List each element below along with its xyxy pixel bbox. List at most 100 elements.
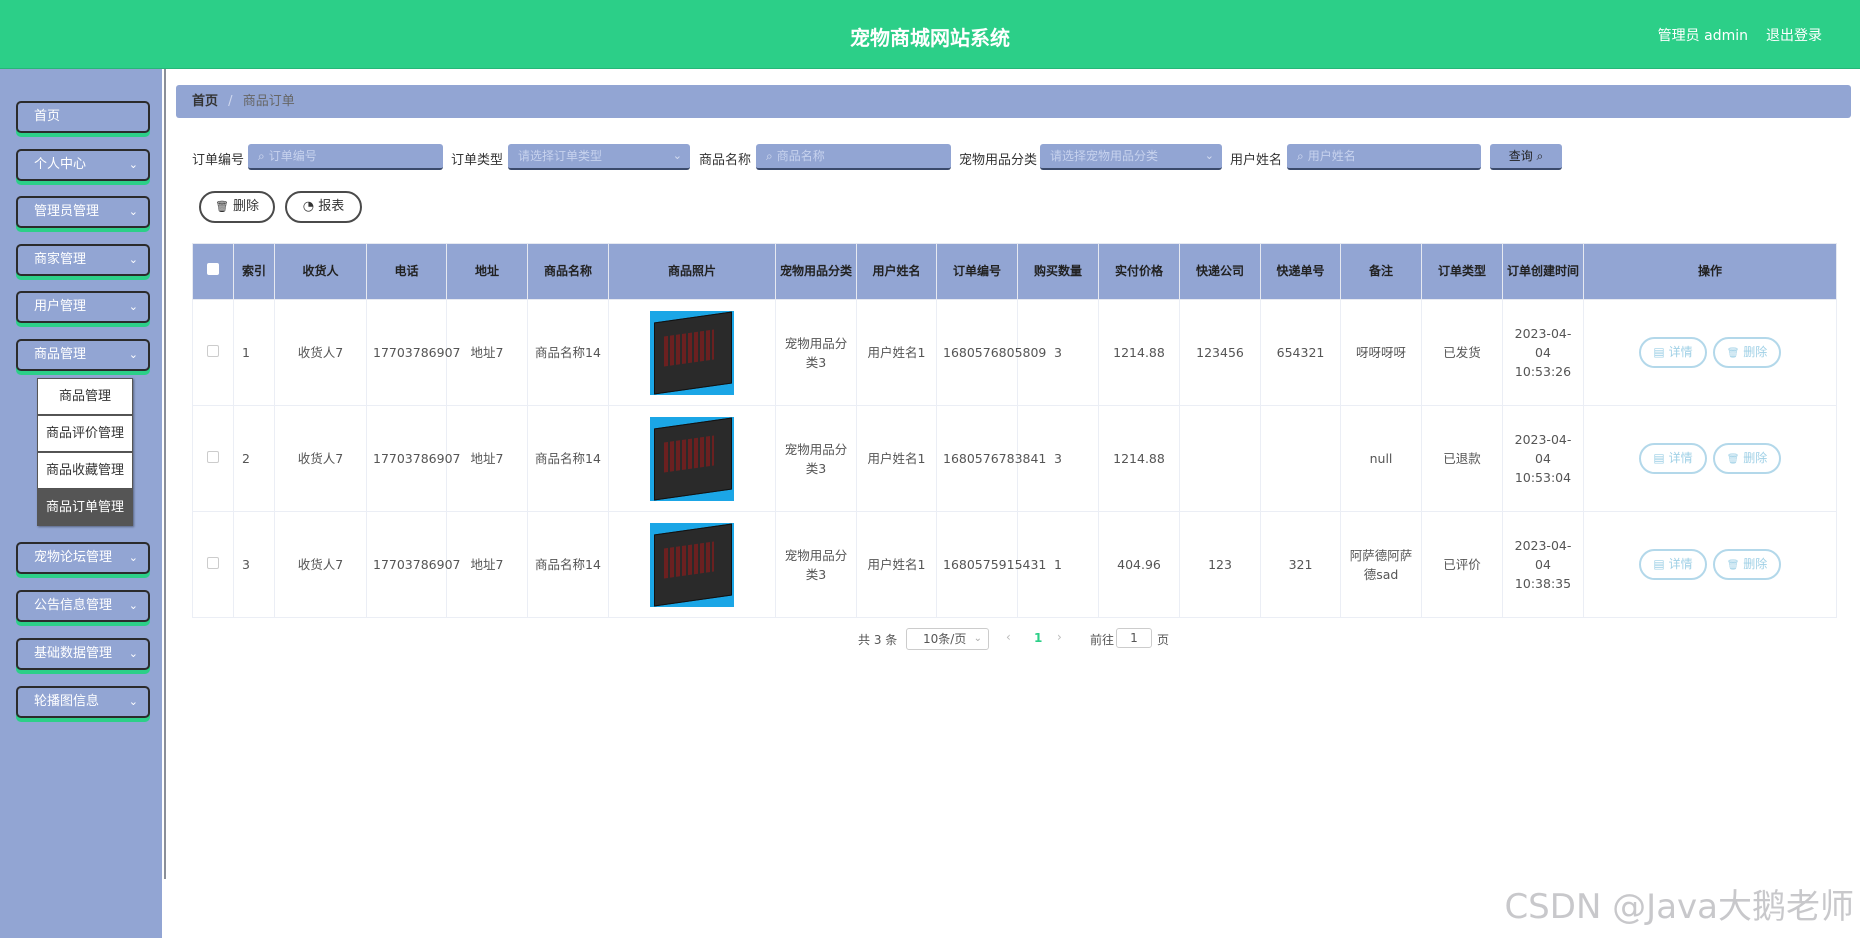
submenu-item-product-favorite[interactable]: 商品收藏管理 [37,452,133,489]
sidebar-item-product-management[interactable]: 商品管理 ⌄ [16,339,150,371]
chevron-down-icon: ⌄ [128,158,138,171]
delete-label: 删除 [1743,451,1768,465]
prev-page-icon[interactable]: ‹ [1006,630,1011,644]
cell-remark: null [1340,405,1422,512]
sidebar-item-label: 用户管理 [34,299,87,314]
breadcrumb-home[interactable]: 首页 [192,94,218,109]
report-label: 报表 [318,199,345,214]
cell-order-no: 1680576805809 [936,299,1046,406]
table-row: 3 收货人7 17703786907 地址7 商品名称14 宠物用品分类3 用户姓名1 168… [192,511,1837,618]
column-header: 商品照片 [608,243,776,300]
cell-category: 宠物用品分类3 [775,405,857,512]
query-button[interactable]: 查询 ⌕ [1490,144,1562,170]
total-count: 共 3 条 [858,633,898,647]
cell-category: 宠物用品分类3 [775,511,857,618]
row-checkbox[interactable] [192,511,234,618]
cell-phone: 17703786907 [366,299,460,406]
sidebar-item-user-management[interactable]: 用户管理 ⌄ [16,291,150,323]
detail-button[interactable]: ▤ 详情 [1639,443,1707,474]
sidebar-item-label: 管理员管理 [34,204,100,219]
document-icon: ▤ [1653,345,1665,359]
order-no-placeholder: 订单编号 [268,149,317,163]
page-number[interactable]: 1 [1034,631,1042,645]
cell-order-no: 1680575915431 [936,511,1046,618]
submenu-item-product[interactable]: 商品管理 [37,378,133,415]
submenu-item-product-order[interactable]: 商品订单管理 [37,489,133,526]
cell-type: 已发货 [1421,299,1503,406]
chevron-down-icon: ⌄ [128,695,138,708]
product-name-label: 商品名称 [699,153,752,168]
logout-link[interactable]: 退出登录 [1766,25,1822,45]
username-input[interactable]: ⌕ 用户姓名 [1287,144,1481,170]
username-label: 用户姓名 [1230,153,1283,168]
search-icon: ⌕ [766,149,773,163]
table-row: 1 收货人7 17703786907 地址7 商品名称14 宠物用品分类3 用户姓名1 168… [192,299,1837,406]
cell-created: 2023-04-04 10:53:26 [1502,299,1584,406]
breadcrumb: 首页 / 商品订单 [176,85,1851,118]
category-select[interactable]: 请选择宠物用品分类 ⌄ [1040,144,1222,170]
cell-product: 商品名称14 [527,405,609,512]
chevron-down-icon: ⌄ [128,551,138,564]
column-header: 用户姓名 [856,243,937,300]
page-size-value: 10条/页 [923,632,967,646]
column-header: 索引 [233,243,275,300]
row-delete-button[interactable]: 🗑 删除 [1713,549,1781,580]
sidebar-item-merchant-management[interactable]: 商家管理 ⌄ [16,244,150,276]
column-header: 操作 [1583,243,1837,300]
column-header: 购买数量 [1017,243,1099,300]
sidebar-item-label: 商家管理 [34,252,87,267]
next-page-icon[interactable]: › [1057,630,1062,644]
chevron-down-icon: ⌄ [672,149,682,162]
sidebar-item-label: 首页 [34,109,61,124]
row-checkbox[interactable] [192,299,234,406]
sidebar-item-admin-management[interactable]: 管理员管理 ⌄ [16,196,150,228]
cell-courier: 123456 [1179,299,1261,406]
sidebar-item-carousel[interactable]: 轮播图信息 ⌄ [16,686,150,718]
chevron-down-icon: ⌄ [128,300,138,313]
cell-product: 商品名称14 [527,511,609,618]
row-actions: ▤ 详情 🗑 删除 [1583,405,1837,512]
row-delete-button[interactable]: 🗑 删除 [1713,443,1781,474]
page-suffix: 页 [1157,633,1170,647]
sidebar-item-notice-management[interactable]: 公告信息管理 ⌄ [16,590,150,622]
app-title: 宠物商城网站系统 [850,26,1010,50]
delete-button[interactable]: 🗑 删除 [199,191,275,223]
product-name-input[interactable]: ⌕ 商品名称 [756,144,951,170]
detail-label: 详情 [1668,557,1693,571]
report-button[interactable]: ◔ 报表 [285,191,362,223]
breadcrumb-current: 商品订单 [242,94,295,109]
detail-label: 详情 [1668,345,1693,359]
order-type-select[interactable]: 请选择订单类型 ⌄ [508,144,690,170]
sidebar-item-label: 宠物论坛管理 [34,550,113,565]
detail-button[interactable]: ▤ 详情 [1639,549,1707,580]
watermark: CSDN @Java大鹅老师 [1504,887,1854,927]
goto-page-input[interactable]: 1 [1116,628,1152,648]
cell-receiver: 收货人7 [274,511,367,618]
order-no-input[interactable]: ⌕ 订单编号 [248,144,443,170]
category-label: 宠物用品分类 [959,153,1038,168]
cell-type: 已退款 [1421,405,1503,512]
sidebar-item-forum-management[interactable]: 宠物论坛管理 ⌄ [16,542,150,574]
product-photo [608,299,776,406]
row-delete-button[interactable]: 🗑 删除 [1713,337,1781,368]
detail-button[interactable]: ▤ 详情 [1639,337,1707,368]
current-user: 管理员 admin [1657,28,1748,44]
submenu-item-product-review[interactable]: 商品评价管理 [37,415,133,452]
select-all-checkbox[interactable] [192,243,234,300]
sidebar-item-personal-center[interactable]: 个人中心 ⌄ [16,149,150,181]
trash-icon: 🗑 [1726,560,1740,571]
cell-phone: 17703786907 [366,511,460,618]
column-header: 备注 [1340,243,1422,300]
row-checkbox[interactable] [192,405,234,512]
column-header: 电话 [366,243,447,300]
chevron-down-icon: ⌄ [973,633,982,644]
cell-courier: 123 [1179,511,1261,618]
orders-table: 索引 收货人 电话 地址 商品名称 商品照片 宠物用品分类 用户姓名 订单编号 … [192,243,1837,618]
product-photo [608,511,776,618]
product-name-placeholder: 商品名称 [776,149,825,163]
page-size-select[interactable]: 10条/页 ⌄ [906,628,989,650]
cell-category: 宠物用品分类3 [775,299,857,406]
sidebar-item-home[interactable]: 首页 [16,101,150,133]
column-header: 商品名称 [527,243,609,300]
cell-product: 商品名称14 [527,299,609,406]
